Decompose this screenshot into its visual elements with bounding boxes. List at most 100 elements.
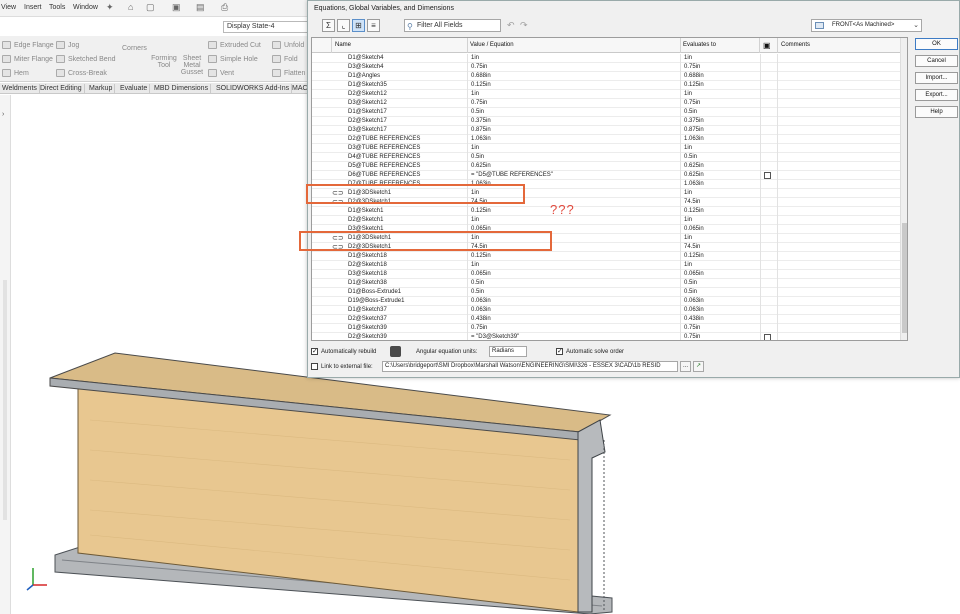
table-row[interactable]: D1@Sketch39 0.75in 0.75in bbox=[312, 324, 902, 333]
row-comment[interactable] bbox=[778, 153, 902, 162]
row-name[interactable]: D2@Sketch37 bbox=[345, 315, 471, 324]
row-comment[interactable] bbox=[778, 306, 902, 315]
row-suppress-cell[interactable] bbox=[760, 180, 778, 189]
row-suppress-cell[interactable] bbox=[760, 72, 778, 81]
row-comment[interactable] bbox=[778, 189, 902, 198]
row-value[interactable]: 1in bbox=[467, 90, 681, 99]
row-value[interactable]: = "D3@Sketch39" bbox=[467, 333, 681, 340]
row-suppress-cell[interactable] bbox=[760, 126, 778, 135]
row-suppress-cell[interactable] bbox=[760, 216, 778, 225]
row-suppress-cell[interactable] bbox=[760, 324, 778, 333]
table-row[interactable]: D1@Boss-Extrude1 0.5in 0.5in bbox=[312, 288, 902, 297]
row-comment[interactable] bbox=[778, 198, 902, 207]
row-suppress-cell[interactable] bbox=[760, 207, 778, 216]
row-value[interactable]: 0.063in bbox=[467, 297, 681, 306]
row-suppress-cell[interactable] bbox=[760, 135, 778, 144]
row-suppress-cell[interactable] bbox=[760, 81, 778, 90]
row-value[interactable]: 1in bbox=[467, 144, 681, 153]
row-value[interactable]: 0.5in bbox=[467, 153, 681, 162]
row-comment[interactable] bbox=[778, 99, 902, 108]
row-suppress-cell[interactable] bbox=[760, 153, 778, 162]
dimension-view-button[interactable]: ⊞ bbox=[352, 19, 365, 32]
row-value[interactable]: 0.5in bbox=[467, 279, 681, 288]
external-path-input[interactable]: C:\Users\bridgeport\SMI Dropbox\Marshall… bbox=[382, 361, 678, 372]
row-name[interactable]: D3@Sketch17 bbox=[345, 126, 471, 135]
row-name[interactable]: D3@Sketch12 bbox=[345, 99, 471, 108]
row-suppress-cell[interactable] bbox=[760, 279, 778, 288]
row-name[interactable]: D2@Sketch39 bbox=[345, 333, 471, 340]
row-comment[interactable] bbox=[778, 288, 902, 297]
row-suppress-cell[interactable] bbox=[760, 243, 778, 252]
row-comment[interactable] bbox=[778, 171, 902, 180]
table-row[interactable]: D1@Sketch17 0.5in 0.5in bbox=[312, 108, 902, 117]
row-comment[interactable] bbox=[778, 90, 902, 99]
row-name[interactable]: D1@Boss-Extrude1 bbox=[345, 288, 471, 297]
row-checkbox[interactable] bbox=[764, 334, 771, 340]
scrollbar-thumb[interactable] bbox=[902, 223, 907, 333]
table-row[interactable]: D1@Sketch38 0.5in 0.5in bbox=[312, 279, 902, 288]
cancel-button[interactable]: Cancel bbox=[915, 55, 958, 67]
row-comment[interactable] bbox=[778, 81, 902, 90]
row-comment[interactable] bbox=[778, 324, 902, 333]
row-suppress-cell[interactable] bbox=[760, 99, 778, 108]
row-comment[interactable] bbox=[778, 72, 902, 81]
row-value[interactable]: 1.063in bbox=[467, 135, 681, 144]
help-button[interactable]: Help bbox=[915, 106, 958, 118]
row-suppress-cell[interactable] bbox=[760, 315, 778, 324]
table-row[interactable]: D2@Sketch12 1in 1in bbox=[312, 90, 902, 99]
row-name[interactable]: D5@TUBE REFERENCES bbox=[345, 162, 471, 171]
row-comment[interactable] bbox=[778, 117, 902, 126]
equation-view-button[interactable]: Σ bbox=[322, 19, 335, 32]
row-comment[interactable] bbox=[778, 162, 902, 171]
header-name[interactable]: Name bbox=[332, 38, 468, 53]
table-row[interactable]: D3@Sketch17 0.875in 0.875in bbox=[312, 126, 902, 135]
row-suppress-cell[interactable] bbox=[760, 144, 778, 153]
row-comment[interactable] bbox=[778, 180, 902, 189]
angle-units-select[interactable]: Radians bbox=[489, 346, 527, 357]
row-value[interactable]: 0.438in bbox=[467, 315, 681, 324]
row-comment[interactable] bbox=[778, 108, 902, 117]
row-comment[interactable] bbox=[778, 252, 902, 261]
row-name[interactable]: D1@Sketch39 bbox=[345, 324, 471, 333]
import-button[interactable]: Import... bbox=[915, 72, 958, 84]
ok-button[interactable]: OK bbox=[915, 38, 958, 50]
row-suppress-cell[interactable] bbox=[760, 306, 778, 315]
row-value[interactable]: 0.375in bbox=[467, 117, 681, 126]
row-suppress-cell[interactable] bbox=[760, 288, 778, 297]
filter-input[interactable]: ⚲ Filter All Fields bbox=[404, 19, 501, 32]
row-name[interactable]: D1@Sketch18 bbox=[345, 252, 471, 261]
row-comment[interactable] bbox=[778, 270, 902, 279]
row-comment[interactable] bbox=[778, 333, 902, 340]
row-name[interactable]: D1@Sketch1 bbox=[345, 207, 471, 216]
table-row[interactable]: D4@TUBE REFERENCES 0.5in 0.5in bbox=[312, 153, 902, 162]
export-button[interactable]: Export... bbox=[915, 89, 958, 101]
row-name[interactable]: D1@Angles bbox=[345, 72, 471, 81]
auto-solve-checkbox[interactable]: ✓ bbox=[556, 348, 563, 355]
row-comment[interactable] bbox=[778, 279, 902, 288]
row-suppress-cell[interactable] bbox=[760, 117, 778, 126]
row-value[interactable]: 0.625in bbox=[467, 162, 681, 171]
row-suppress-cell[interactable] bbox=[760, 63, 778, 72]
row-suppress-cell[interactable] bbox=[760, 252, 778, 261]
row-name[interactable]: D2@Sketch1 bbox=[345, 216, 471, 225]
auto-rebuild-checkbox[interactable]: ✓ bbox=[311, 348, 318, 355]
undo-icon[interactable]: ↶ bbox=[507, 20, 515, 31]
table-row[interactable]: D1@Sketch1 0.125in 0.125in bbox=[312, 207, 902, 216]
row-comment[interactable] bbox=[778, 54, 902, 63]
rebuild-icon[interactable] bbox=[390, 346, 401, 357]
row-comment[interactable] bbox=[778, 297, 902, 306]
row-suppress-cell[interactable] bbox=[760, 171, 778, 180]
row-suppress-cell[interactable] bbox=[760, 54, 778, 63]
row-value[interactable]: 0.75in bbox=[467, 63, 681, 72]
row-value[interactable]: 0.125in bbox=[467, 81, 681, 90]
table-row[interactable]: D2@Sketch17 0.375in 0.375in bbox=[312, 117, 902, 126]
row-name[interactable]: D2@Sketch12 bbox=[345, 90, 471, 99]
table-row[interactable]: D1@Sketch35 0.125in 0.125in bbox=[312, 81, 902, 90]
row-value[interactable]: 1in bbox=[467, 54, 681, 63]
row-comment[interactable] bbox=[778, 243, 902, 252]
header-evaluates[interactable]: Evaluates to bbox=[680, 38, 760, 53]
table-row[interactable]: D3@Sketch12 0.75in 0.75in bbox=[312, 99, 902, 108]
row-value[interactable]: 0.75in bbox=[467, 324, 681, 333]
row-comment[interactable] bbox=[778, 207, 902, 216]
table-row[interactable]: D1@Angles 0.688in 0.688in bbox=[312, 72, 902, 81]
